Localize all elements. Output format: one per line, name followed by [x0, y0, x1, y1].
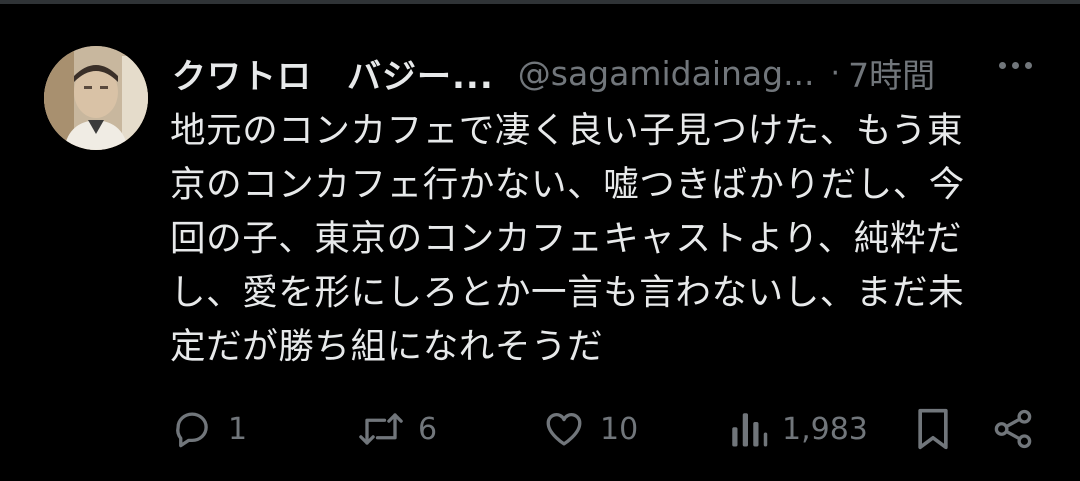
- share-icon: [992, 408, 1034, 450]
- bookmark-icon: [914, 407, 952, 451]
- reply-count: 1: [228, 411, 248, 447]
- views-button[interactable]: 1,983: [728, 404, 868, 454]
- user-handle[interactable]: @sagamidainag...: [518, 54, 815, 93]
- retweet-count: 6: [418, 411, 438, 447]
- reply-button[interactable]: 1: [172, 404, 247, 454]
- views-icon: [728, 408, 768, 450]
- like-button[interactable]: 10: [542, 404, 638, 454]
- tweet-text: 地元のコンカフェで凄く良い子見つけた、もう東 京のコンカフェ行かない、嘘つきばか…: [170, 110, 965, 367]
- reply-icon: [172, 408, 214, 450]
- tweet[interactable]: クワトロ バジー... @sagamidainag... · 7時間 地元のコン…: [0, 4, 1080, 481]
- retweet-icon: [358, 408, 404, 450]
- more-icon[interactable]: [999, 62, 1032, 69]
- action-bar: 1 6 10 1,983: [0, 404, 1080, 454]
- separator-dot: ·: [830, 55, 841, 91]
- retweet-button[interactable]: 6: [358, 404, 437, 454]
- share-button[interactable]: [992, 404, 1034, 454]
- views-count: 1,983: [782, 411, 868, 447]
- bookmark-button[interactable]: [914, 404, 952, 454]
- timestamp[interactable]: 7時間: [848, 49, 935, 97]
- heart-icon: [542, 408, 586, 450]
- like-count: 10: [600, 411, 639, 447]
- display-name[interactable]: クワトロ バジー...: [172, 49, 494, 98]
- avatar[interactable]: [44, 46, 148, 150]
- tweet-header: クワトロ バジー... @sagamidainag... · 7時間: [172, 48, 1052, 98]
